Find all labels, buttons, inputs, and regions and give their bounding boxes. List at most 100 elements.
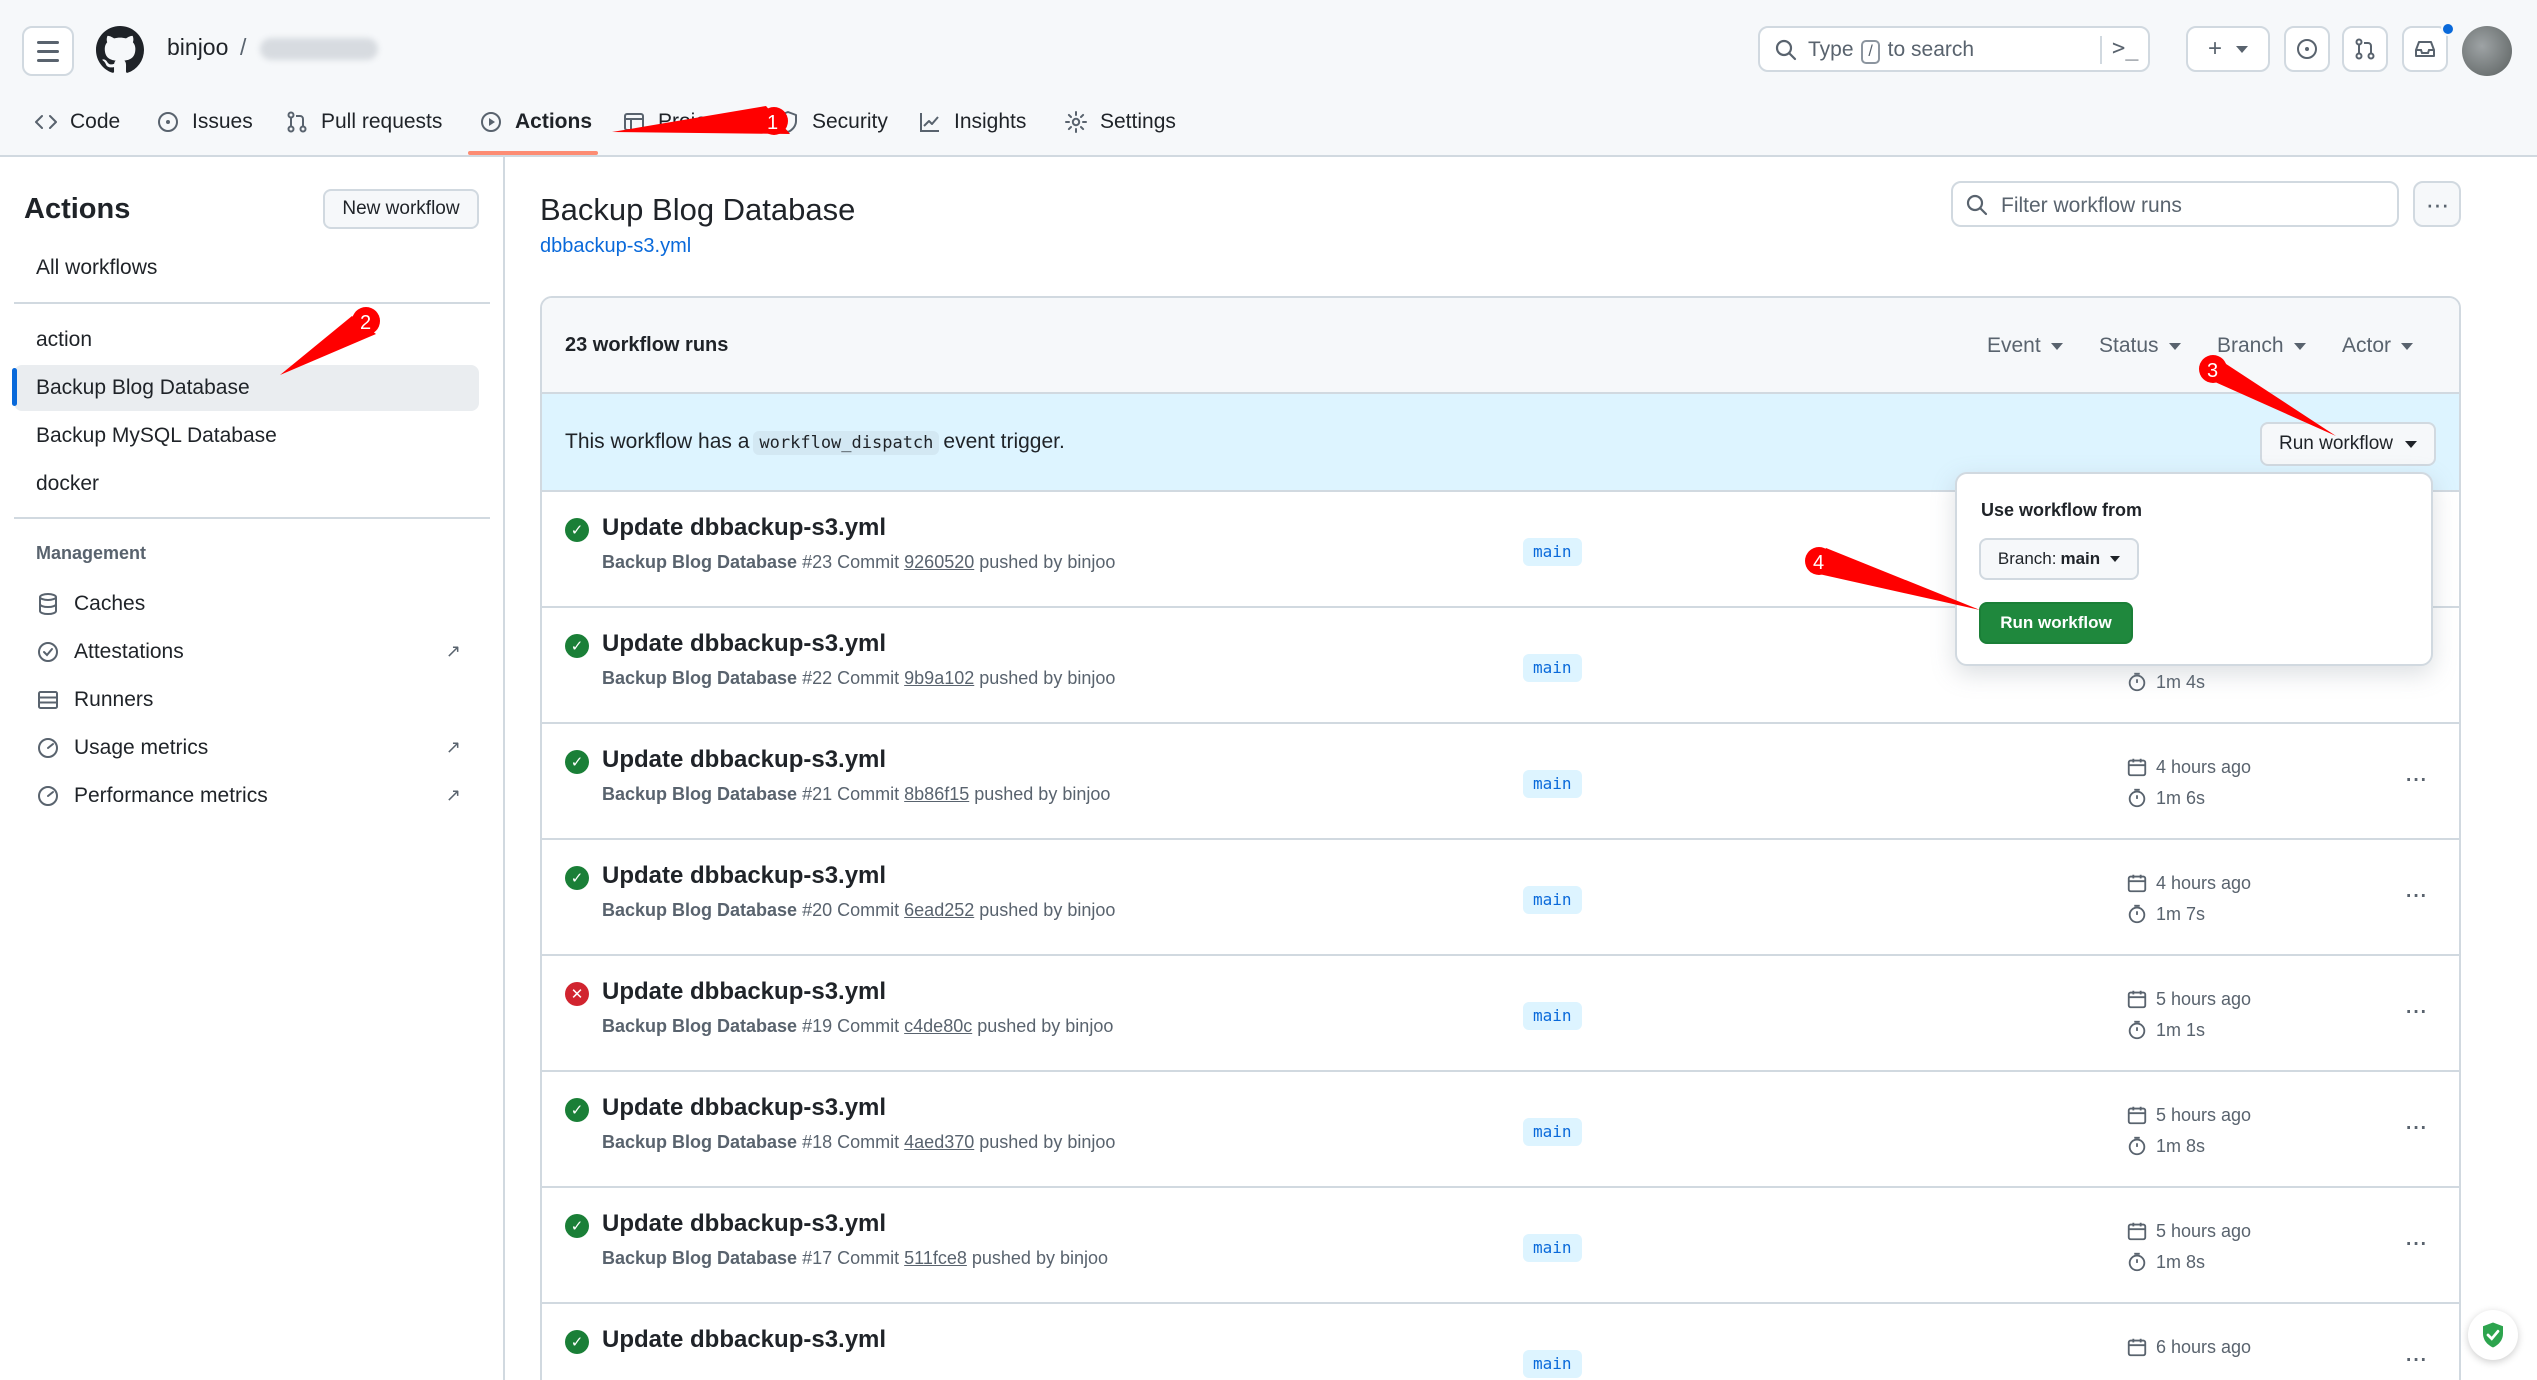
- run-duration-text: 1m 7s: [2156, 903, 2206, 924]
- run-number: #17: [802, 1248, 833, 1268]
- run-workflow-dropdown-button[interactable]: Run workflow: [2260, 422, 2436, 466]
- create-new-button[interactable]: +: [2186, 26, 2270, 72]
- run-commit-sha[interactable]: 4aed370: [904, 1132, 974, 1152]
- workflow-run-row[interactable]: ✓ Update dbbackup-s3.yml Backup Blog Datab…: [542, 840, 2459, 956]
- run-title-link[interactable]: Update dbbackup-s3.yml: [602, 1326, 886, 1354]
- sidebar-item-all-workflows[interactable]: All workflows: [14, 245, 479, 291]
- security-extension-icon[interactable]: [2468, 1310, 2518, 1360]
- branch-filter-dropdown[interactable]: Branch: [2217, 334, 2306, 358]
- run-pushed-by: pushed by binjoo: [979, 1132, 1116, 1152]
- run-kebab-icon[interactable]: ···: [2404, 1110, 2428, 1142]
- check-circle-icon: ✓: [565, 750, 589, 774]
- sidebar-item-runners[interactable]: Runners: [14, 677, 479, 723]
- workflow-run-row[interactable]: ✕ Update dbbackup-s3.yml Backup Blog Datab…: [542, 956, 2459, 1072]
- sidebar-item-caches[interactable]: Caches: [14, 581, 479, 627]
- repo-owner-link[interactable]: binjoo: [167, 34, 228, 61]
- search-input[interactable]: Type / to search >_: [1758, 26, 2150, 72]
- search-icon: [1775, 39, 1797, 61]
- run-commit-sha[interactable]: 511fce8: [904, 1248, 967, 1268]
- tab-actions[interactable]: Actions: [479, 100, 592, 157]
- calendar-icon: [2127, 758, 2147, 777]
- new-workflow-button[interactable]: New workflow: [323, 189, 479, 229]
- menu-button[interactable]: [22, 26, 74, 76]
- workflow-run-row[interactable]: ✓ Update dbbackup-s3.yml Backup Blog Datab…: [542, 1072, 2459, 1188]
- sidebar-item-backup-blog-database[interactable]: Backup Blog Database: [14, 365, 479, 411]
- run-meta: Backup Blog Database #21 Commit 8b86f15 …: [602, 784, 1110, 805]
- more-options-button[interactable]: ···: [2413, 181, 2461, 227]
- caret-down-icon: [2293, 342, 2306, 350]
- sidebar-item-docker[interactable]: docker: [14, 461, 479, 507]
- run-meta: Backup Blog Database #17 Commit 511fce8 …: [602, 1248, 1108, 1269]
- sidebar-title: Actions: [24, 193, 131, 225]
- sidebar-item-usage-metrics[interactable]: Usage metrics ↗: [14, 725, 479, 771]
- run-title-link[interactable]: Update dbbackup-s3.yml: [602, 1094, 886, 1122]
- branch-badge[interactable]: main: [1523, 1002, 1582, 1030]
- command-palette-icon[interactable]: >_: [2112, 36, 2139, 61]
- workflow-run-row[interactable]: ✓ Update dbbackup-s3.yml main 6 hours ago ··…: [542, 1304, 2459, 1380]
- inbox-button[interactable]: [2402, 26, 2448, 72]
- run-kebab-icon[interactable]: ···: [2404, 994, 2428, 1026]
- workflow-file-link[interactable]: dbbackup-s3.yml: [540, 235, 691, 258]
- branch-badge[interactable]: main: [1523, 654, 1582, 682]
- tab-code[interactable]: Code: [34, 100, 120, 157]
- shield-icon: [779, 111, 797, 133]
- status-filter-dropdown[interactable]: Status: [2099, 334, 2181, 358]
- workflow-run-row[interactable]: ✓ Update dbbackup-s3.yml Backup Blog Datab…: [542, 724, 2459, 840]
- run-kebab-icon[interactable]: ···: [2404, 762, 2428, 794]
- branch-badge[interactable]: main: [1523, 886, 1582, 914]
- branch-select-button[interactable]: Branch: main: [1979, 538, 2139, 580]
- tab-issues[interactable]: Issues: [156, 100, 253, 157]
- run-title-link[interactable]: Update dbbackup-s3.yml: [602, 1210, 886, 1238]
- run-commit-sha[interactable]: 6ead252: [904, 900, 974, 920]
- search-placeholder: Type / to search: [1808, 38, 1974, 64]
- branch-badge[interactable]: main: [1523, 1118, 1582, 1146]
- run-title-link[interactable]: Update dbbackup-s3.yml: [602, 978, 886, 1006]
- tab-label: Issues: [192, 110, 253, 133]
- pull-request-icon: [2355, 38, 2375, 60]
- sidebar-item-backup-mysql-database[interactable]: Backup MySQL Database: [14, 413, 479, 459]
- sidebar-item-performance-metrics[interactable]: Performance metrics ↗: [14, 773, 479, 819]
- run-commit-sha[interactable]: c4de80c: [904, 1016, 972, 1036]
- tab-settings[interactable]: Settings: [1064, 100, 1176, 157]
- tab-insights[interactable]: Insights: [918, 100, 1026, 157]
- actor-filter-dropdown[interactable]: Actor: [2342, 334, 2414, 358]
- run-kebab-icon[interactable]: ···: [2404, 1226, 2428, 1258]
- run-duration-text: 1m 6s: [2156, 787, 2206, 808]
- run-title-link[interactable]: Update dbbackup-s3.yml: [602, 630, 886, 658]
- run-time-text: 6 hours ago: [2156, 1336, 2252, 1357]
- run-title-link[interactable]: Update dbbackup-s3.yml: [602, 514, 886, 542]
- repo-name-redacted[interactable]: [260, 38, 378, 60]
- sidebar-item-action[interactable]: action: [14, 317, 479, 363]
- branch-badge[interactable]: main: [1523, 1350, 1582, 1378]
- branch-badge[interactable]: main: [1523, 1234, 1582, 1262]
- run-commit-label: Commit: [837, 1248, 900, 1268]
- run-kebab-icon[interactable]: ···: [2404, 1342, 2428, 1374]
- github-logo-icon[interactable]: [96, 26, 144, 74]
- tab-projects[interactable]: Projects: [622, 100, 734, 157]
- filter-runs-input[interactable]: Filter workflow runs: [1951, 181, 2399, 227]
- tab-security[interactable]: Security: [776, 100, 888, 157]
- avatar[interactable]: [2462, 26, 2512, 76]
- workflow-run-row[interactable]: ✓ Update dbbackup-s3.yml Backup Blog Datab…: [542, 1188, 2459, 1304]
- run-time-text: 5 hours ago: [2156, 1220, 2252, 1241]
- branch-badge[interactable]: main: [1523, 538, 1582, 566]
- tab-pull-requests[interactable]: Pull requests: [285, 100, 442, 157]
- event-filter-dropdown[interactable]: Event: [1987, 334, 2063, 358]
- issues-button[interactable]: [2284, 26, 2330, 72]
- run-commit-sha[interactable]: 9b9a102: [904, 668, 974, 688]
- pull-requests-button[interactable]: [2342, 26, 2388, 72]
- run-kebab-icon[interactable]: ···: [2404, 878, 2428, 910]
- workflow-runs-list: 23 workflow runs Event Status Branch Act…: [540, 296, 2461, 1380]
- run-commit-sha[interactable]: 9260520: [904, 552, 974, 572]
- sidebar-item-label: Attestations: [74, 640, 184, 663]
- run-commit-sha[interactable]: 8b86f15: [904, 784, 969, 804]
- external-link-icon: ↗: [445, 785, 461, 805]
- run-workflow-name: Backup Blog Database: [602, 552, 798, 572]
- run-title-link[interactable]: Update dbbackup-s3.yml: [602, 862, 886, 890]
- stopwatch-icon: [2128, 904, 2146, 924]
- run-title-link[interactable]: Update dbbackup-s3.yml: [602, 746, 886, 774]
- branch-badge[interactable]: main: [1523, 770, 1582, 798]
- external-link-icon: ↗: [445, 641, 461, 661]
- run-workflow-submit-button[interactable]: Run workflow: [1979, 602, 2133, 644]
- sidebar-item-attestations[interactable]: Attestations ↗: [14, 629, 479, 675]
